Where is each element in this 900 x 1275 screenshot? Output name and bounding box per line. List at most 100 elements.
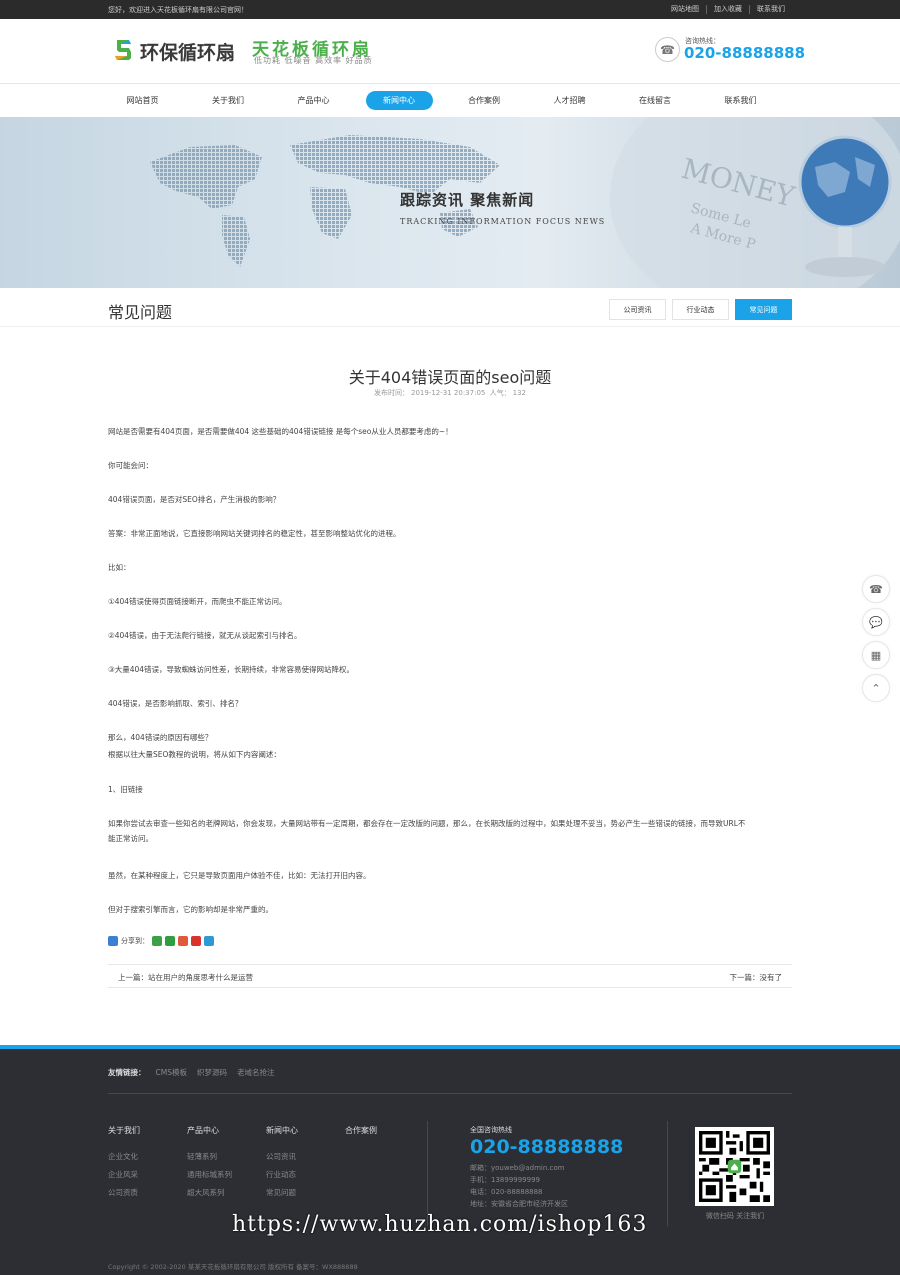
footer-link[interactable]: 公司资讯: [266, 1151, 298, 1162]
nav-item-contact[interactable]: 联系我们: [698, 91, 783, 110]
nav-item-cases[interactable]: 合作案例: [442, 91, 527, 110]
top-links: 网站地图 加入收藏 联系我们: [664, 5, 792, 14]
nav-item-news[interactable]: 新闻中心: [365, 91, 433, 110]
article-title: 关于404错误页面的seo问题: [348, 368, 552, 387]
paragraph: 404错误页面，是否对SEO排名，产生消极的影响？: [108, 495, 281, 504]
paragraph: 网站是否需要有404页面，是否需要做404 这些基础的404错误链接 是每个se…: [108, 427, 453, 436]
footer-address: 地址：安徽省合肥市经济开发区: [470, 1200, 568, 1208]
footer-hotline-number: 020-88888888: [470, 1136, 624, 1158]
nav-item-message[interactable]: 在线留言: [613, 91, 698, 110]
prev-next-nav: 上一篇：站在用户的角度思考什么是运营 下一篇：没有了: [108, 964, 792, 988]
footer-hotline-label: 全国咨询热线: [470, 1126, 512, 1134]
chat-icon[interactable]: 💬: [862, 608, 890, 636]
footer-mobile: 手机：13899999999: [470, 1176, 540, 1184]
paragraph: ①404错误使得页面链接断开，而爬虫不能正常访问。: [108, 597, 287, 606]
paragraph: 1、旧链接: [108, 785, 143, 794]
paragraph: 比如：: [108, 563, 131, 572]
footer-link[interactable]: 公司资质: [108, 1187, 140, 1198]
phone-icon[interactable]: ☎: [862, 575, 890, 603]
friend-links-label: 友情链接：: [108, 1068, 146, 1077]
paragraph: ②404错误，由于无法爬行链接，就无从谈起索引与排名。: [108, 631, 302, 640]
next-title[interactable]: 没有了: [760, 973, 783, 982]
footer-vline: [667, 1121, 668, 1226]
main-nav: 网站首页 关于我们 产品中心 新闻中心 合作案例 人才招聘 在线留言 联系我们: [0, 83, 900, 117]
meta-views-label: 人气：: [489, 389, 511, 397]
top-link-contact[interactable]: 联系我们: [749, 5, 792, 14]
footer-link[interactable]: 轻薄系列: [187, 1151, 232, 1162]
paragraph: 那么，404错误的原因有哪些？: [108, 733, 213, 742]
next-label: 下一篇：: [729, 973, 760, 982]
welcome-text: 您好，欢迎进入天花板循环扇有限公司官网！: [108, 6, 248, 14]
meta-time-label: 发布时间：: [374, 389, 410, 397]
paragraph: 你可能会问：: [108, 461, 153, 470]
banner-subtitle: TRACKING INFORMATION FOCUS NEWS: [400, 217, 606, 226]
footer-tel: 电话：020-88888888: [470, 1188, 543, 1196]
prev-title[interactable]: 站在用户的角度思考什么是运营: [148, 973, 253, 982]
paragraph: 404错误，是否影响抓取、索引、排名？: [108, 699, 243, 708]
footer-link[interactable]: 超大风系列: [187, 1187, 232, 1198]
footer-col-products: 产品中心 轻薄系列 通用标城系列 超大风系列: [187, 1125, 232, 1205]
back-to-top-icon[interactable]: ⌃: [862, 674, 890, 702]
banner-title: 跟踪资讯 聚焦新闻: [400, 191, 535, 209]
renren-icon[interactable]: [191, 936, 201, 946]
nav-item-about[interactable]: 关于我们: [186, 91, 271, 110]
next-article-link[interactable]: 下一篇：没有了: [730, 972, 783, 983]
footer-col-heading[interactable]: 新闻中心: [266, 1125, 298, 1136]
footer-col-heading[interactable]: 关于我们: [108, 1125, 140, 1136]
footer-divider: [108, 1093, 792, 1094]
footer-link[interactable]: 通用标城系列: [187, 1169, 232, 1180]
footer-link[interactable]: 企业风采: [108, 1169, 140, 1180]
qrcode-icon[interactable]: ▦: [862, 641, 890, 669]
top-link-sitemap[interactable]: 网站地图: [664, 5, 706, 14]
site-footer: 友情链接： CMS模板 织梦源码 老域名抢注 关于我们 企业文化 企业风采 公司…: [0, 1045, 900, 1275]
share-plus-icon[interactable]: [108, 936, 118, 946]
friend-links: 友情链接： CMS模板 织梦源码 老域名抢注: [108, 1067, 274, 1078]
top-bar: 您好，欢迎进入天花板循环扇有限公司官网！ 网站地图 加入收藏 联系我们: [0, 0, 900, 19]
nav-item-products[interactable]: 产品中心: [271, 91, 356, 110]
footer-contact: 全国咨询热线 020-88888888 邮箱：youweb@admin.com …: [470, 1125, 623, 1211]
slogan-sub: 低功耗 低噪音 高效率 好品质: [254, 56, 373, 65]
footer-col-heading[interactable]: 合作案例: [345, 1125, 377, 1136]
nav-item-home[interactable]: 网站首页: [100, 91, 185, 110]
qr-caption: 微信扫码 关注我们: [705, 1212, 765, 1220]
friend-link[interactable]: 老域名抢注: [237, 1067, 275, 1078]
site-header: 环保循环扇 天花板循环扇 低功耗 低噪音 高效率 好品质 ☎ 咨询热线： 020…: [0, 19, 900, 83]
section-divider: [0, 326, 900, 327]
paragraph: 虽然，在某种程度上，它只是导致页面用户体验不佳，比如：无法打开旧内容。: [108, 871, 371, 880]
nav-item-jobs[interactable]: 人才招聘: [527, 91, 612, 110]
watermark: https://www.huzhan.com/ishop163: [232, 1212, 648, 1237]
footer-link[interactable]: 常见问题: [266, 1187, 298, 1198]
logo-text[interactable]: 环保循环扇: [140, 38, 235, 65]
paragraph: 答案：非常正面地说，它直接影响网站关键词排名的稳定性，甚至影响整站优化的进程。: [108, 529, 401, 538]
paragraph: ③大量404错误，导致蜘蛛访问性差，长期持续，非常容易使得网站降权。: [108, 665, 355, 674]
tab-industry-news[interactable]: 行业动态: [672, 299, 729, 320]
footer-email: 邮箱：youweb@admin.com: [470, 1164, 565, 1172]
tab-faq[interactable]: 常见问题: [735, 299, 792, 320]
wechat-icon[interactable]: [165, 936, 175, 946]
footer-link[interactable]: 行业动态: [266, 1169, 298, 1180]
tencent-icon[interactable]: [204, 936, 214, 946]
qzone-icon[interactable]: [152, 936, 162, 946]
footer-link[interactable]: 企业文化: [108, 1151, 140, 1162]
qrcode-image: [699, 1131, 770, 1202]
page-banner: MONEY Some Le A More P 跟踪资讯 聚焦新闻 TRACKIN…: [0, 117, 900, 288]
tab-company-news[interactable]: 公司资讯: [609, 299, 666, 320]
prev-article-link[interactable]: 上一篇：站在用户的角度思考什么是运营: [118, 972, 253, 983]
footer-vline: [427, 1121, 428, 1226]
top-link-favorite[interactable]: 加入收藏: [706, 5, 749, 14]
wechat-qrcode: [695, 1127, 774, 1206]
friend-link[interactable]: 织梦源码: [197, 1067, 227, 1078]
section-title: 常见问题: [108, 303, 173, 322]
section-tabs: 公司资讯 行业动态 常见问题: [609, 299, 792, 320]
footer-col-cases: 合作案例: [345, 1125, 377, 1151]
paragraph: 但对于搜索引擎而言，它的影响却是非常严重的。: [108, 905, 273, 914]
paragraph: 根据以往大量SEO教程的说明，将从如下内容阐述：: [108, 750, 281, 759]
friend-link[interactable]: CMS模板: [156, 1067, 187, 1078]
logo-icon[interactable]: [114, 38, 134, 62]
paragraph: 如果你尝试去审查一些知名的老牌网站，你会发现，大量网站带有一定周期，都会存在一定…: [108, 819, 746, 828]
share-bar: 分享到：: [108, 936, 214, 946]
footer-col-heading[interactable]: 产品中心: [187, 1125, 232, 1136]
hotline-number: 020-88888888: [684, 44, 806, 62]
weibo-icon[interactable]: [178, 936, 188, 946]
article-meta: 发布时间： 2019-12-31 20:37:05 人气： 132: [0, 388, 900, 398]
